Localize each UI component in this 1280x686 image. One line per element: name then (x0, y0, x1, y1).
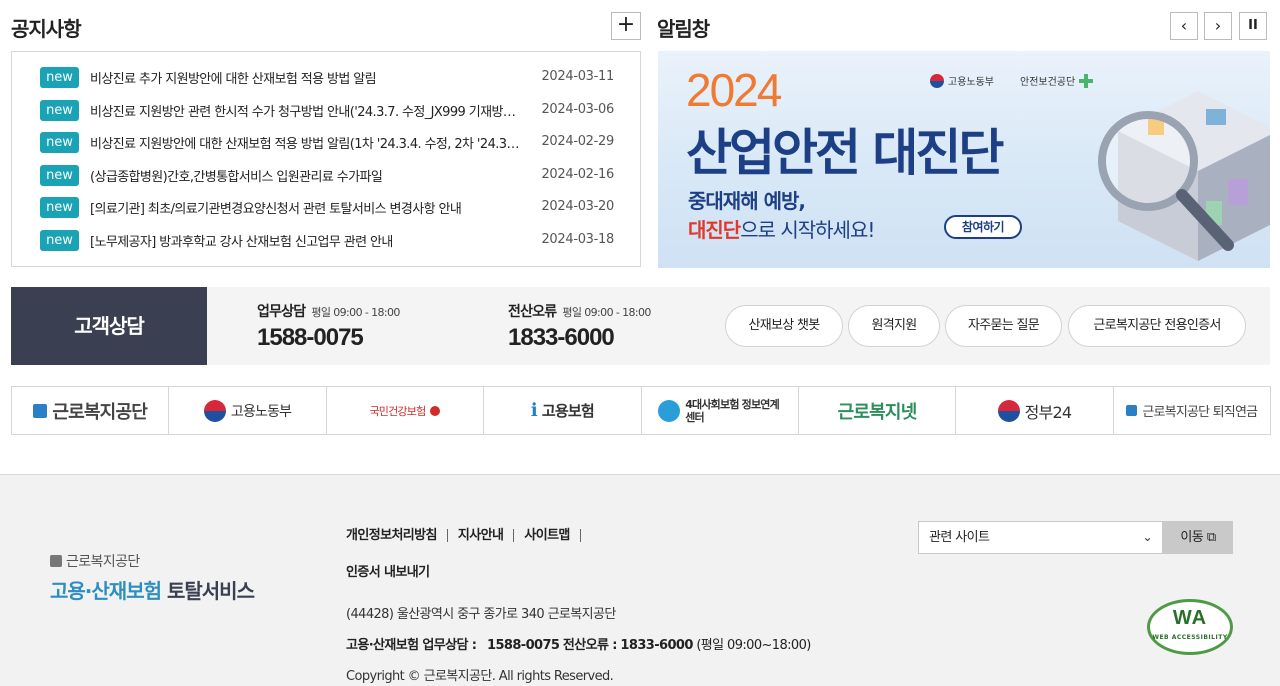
partner-comwel[interactable]: 근로복지공단 (12, 387, 170, 434)
4insure-logo-icon (658, 399, 681, 422)
partner-logo-bar: 근로복지공단 고용노동부 국민건강보험 ℹ 고용보험 4대사회보험 정보연계센터… (11, 386, 1271, 435)
taeguk-icon (997, 399, 1020, 422)
notice-item[interactable]: new 비상진료 지원방안에 대한 산재보험 적용 방법 알림(1차 '24.3… (12, 130, 640, 163)
notice-item-date: 2024-02-29 (541, 134, 614, 149)
notice-item-date: 2024-03-18 (541, 231, 614, 247)
notice-item[interactable]: new [노무제공자] 방과후학교 강사 산재보험 신고업무 관련 안내 202… (12, 228, 640, 261)
it-error-name: 전산오류 (508, 304, 557, 320)
sitemap-link[interactable]: 사이트맵 (524, 529, 581, 542)
taeguk-icon (203, 399, 226, 422)
faq-button[interactable]: 자주묻는 질문 (945, 305, 1062, 347)
partner-ei[interactable]: ℹ 고용보험 (484, 387, 642, 434)
comwel-logo-icon (1126, 405, 1138, 416)
notice-item[interactable]: new (상급종합병원)간호,간병통합서비스 입원관리료 수가파일 2024-0… (12, 163, 640, 196)
remote-support-button[interactable]: 원격지원 (848, 305, 940, 347)
notice-item-date: 2024-03-11 (541, 69, 614, 84)
notice-item-title[interactable]: [의료기관] 최초/의료기관변경요양신청서 관련 토탈서비스 변경사항 안내 (90, 198, 520, 217)
privacy-policy-link[interactable]: 개인정보처리방침 (346, 529, 448, 542)
banner-next-button[interactable]: › (1204, 12, 1232, 40)
comwel-logo-icon (50, 555, 62, 567)
it-error-hours: 평일 09:00 - 18:00 (562, 306, 651, 319)
alert-section-title: 알림창 (657, 17, 710, 41)
banner-subtitle: 중대재해 예방, (688, 189, 806, 213)
notice-item[interactable]: new [의료기관] 최초/의료기관변경요양신청서 관련 토탈서비스 변경사항 … (12, 195, 640, 228)
banner-join-button[interactable]: 참여하기 (944, 215, 1022, 239)
notice-section-title: 공지사항 (11, 17, 82, 41)
branch-info-link[interactable]: 지사안내 (458, 529, 515, 542)
banner-pause-button[interactable]: II (1239, 12, 1267, 40)
partner-pension[interactable]: 근로복지공단 퇴직연금 (1114, 387, 1270, 434)
footer-address: (44428) 울산광역시 중구 종가로 340 근로복지공단 (346, 607, 616, 622)
notice-more-button[interactable]: + (611, 12, 641, 40)
new-badge: new (40, 229, 79, 251)
it-error-consult: 전산오류 평일 09:00 - 18:00 1833-6000 (508, 301, 651, 352)
partner-4insure[interactable]: 4대사회보험 정보연계센터 (642, 387, 799, 434)
work-consult-hours: 평일 09:00 - 18:00 (311, 306, 400, 319)
partner-moel[interactable]: 고용노동부 (169, 387, 327, 434)
footer-org-logo: 근로복지공단 (50, 551, 140, 571)
comwel-logo-icon (33, 403, 48, 418)
work-consult-number: 1588-0075 (257, 324, 364, 351)
site-footer: 근로복지공단 고용·산재보험 토탈서비스 개인정보처리방침 지사안내 사이트맵 … (0, 474, 1280, 686)
chatbot-button[interactable]: 산재보상 챗봇 (725, 305, 843, 347)
banner-subtitle-2: 대진단으로 시작하세요! (688, 218, 875, 242)
footer-phone: 고용·산재보험 업무상담 : 1588-0075 전산오류 : 1833-600… (346, 638, 811, 653)
new-badge: new (40, 132, 79, 153)
chevron-right-icon: › (1214, 16, 1222, 35)
new-badge: new (40, 197, 79, 218)
banner-prev-button[interactable]: ‹ (1170, 12, 1198, 40)
heart-icon (430, 405, 441, 416)
notice-item[interactable]: new 비상진료 지원방안 관련 한시적 수가 청구방법 안내('24.3.7.… (12, 98, 640, 131)
certificate-button[interactable]: 근로복지공단 전용인증서 (1068, 305, 1246, 347)
related-site-select[interactable]: 관련 사이트 ⌄ (918, 521, 1163, 554)
notice-item-date: 2024-03-06 (541, 101, 614, 117)
taeguk-icon (930, 73, 944, 88)
notice-item-title[interactable]: 비상진료 지원방안에 대한 산재보험 적용 방법 알림(1차 '24.3.4. … (90, 133, 520, 152)
notice-item-date: 2024-03-20 (541, 199, 614, 214)
pause-icon: II (1248, 18, 1258, 33)
notice-list: new 비상진료 추가 지원방안에 대한 산재보험 적용 방법 알림 2024-… (11, 51, 641, 267)
notice-item[interactable]: new 비상진료 추가 지원방안에 대한 산재보험 적용 방법 알림 2024-… (12, 65, 640, 98)
partner-nhis[interactable]: 국민건강보험 (327, 387, 485, 434)
web-accessibility-mark: WA WEB ACCESSIBILITY (1147, 599, 1233, 655)
work-consult: 업무상담 평일 09:00 - 18:00 1588-0075 (257, 301, 400, 352)
new-badge: new (40, 164, 79, 186)
moel-logo: 고용노동부 (930, 73, 994, 88)
footer-links: 개인정보처리방침 지사안내 사이트맵 (346, 529, 591, 542)
notice-item-date: 2024-02-16 (541, 166, 614, 182)
chevron-left-icon: ‹ (1180, 16, 1188, 35)
new-badge: new (40, 67, 79, 88)
it-error-number: 1833-6000 (508, 324, 615, 351)
notice-item-title[interactable]: 비상진료 지원방안 관련 한시적 수가 청구방법 안내('24.3.7. 수정_… (90, 101, 520, 120)
partner-gov24[interactable]: 정부24 (956, 387, 1114, 434)
partner-welfarenet[interactable]: 근로복지넷 (799, 387, 957, 434)
work-consult-name: 업무상담 (257, 304, 306, 320)
chevron-down-icon: ⌄ (1142, 530, 1153, 544)
customer-center-label: 고객상담 (11, 287, 207, 365)
notice-item-title[interactable]: [노무제공자] 방과후학교 강사 산재보험 신고업무 관련 안내 (90, 231, 520, 250)
new-badge: new (40, 99, 79, 121)
banner-year: 2024 (686, 64, 782, 116)
customer-center: 고객상담 업무상담 평일 09:00 - 18:00 1588-0075 전산오류… (11, 287, 1270, 365)
external-link-icon: ⧉ (1206, 530, 1216, 545)
banner-headline: 산업안전 대진단 (686, 124, 1004, 182)
promo-banner[interactable]: 2024 산업안전 대진단 중대재해 예방, 대진단으로 시작하세요! 고용노동… (658, 51, 1270, 268)
related-site-go-button[interactable]: 이동 ⧉ (1163, 521, 1233, 554)
factory-illustration (1098, 91, 1270, 261)
notice-item-title[interactable]: (상급종합병원)간호,간병통합서비스 입원관리료 수가파일 (90, 166, 520, 185)
footer-copyright: Copyright © 근로복지공단. All rights Reserved. (346, 669, 614, 684)
notice-item-title[interactable]: 비상진료 추가 지원방안에 대한 산재보험 적용 방법 알림 (90, 68, 520, 87)
footer-service-name: 고용·산재보험 토탈서비스 (50, 579, 255, 603)
ei-logo-icon: ℹ (530, 400, 538, 421)
cert-export-link[interactable]: 인증서 내보내기 (346, 561, 430, 580)
